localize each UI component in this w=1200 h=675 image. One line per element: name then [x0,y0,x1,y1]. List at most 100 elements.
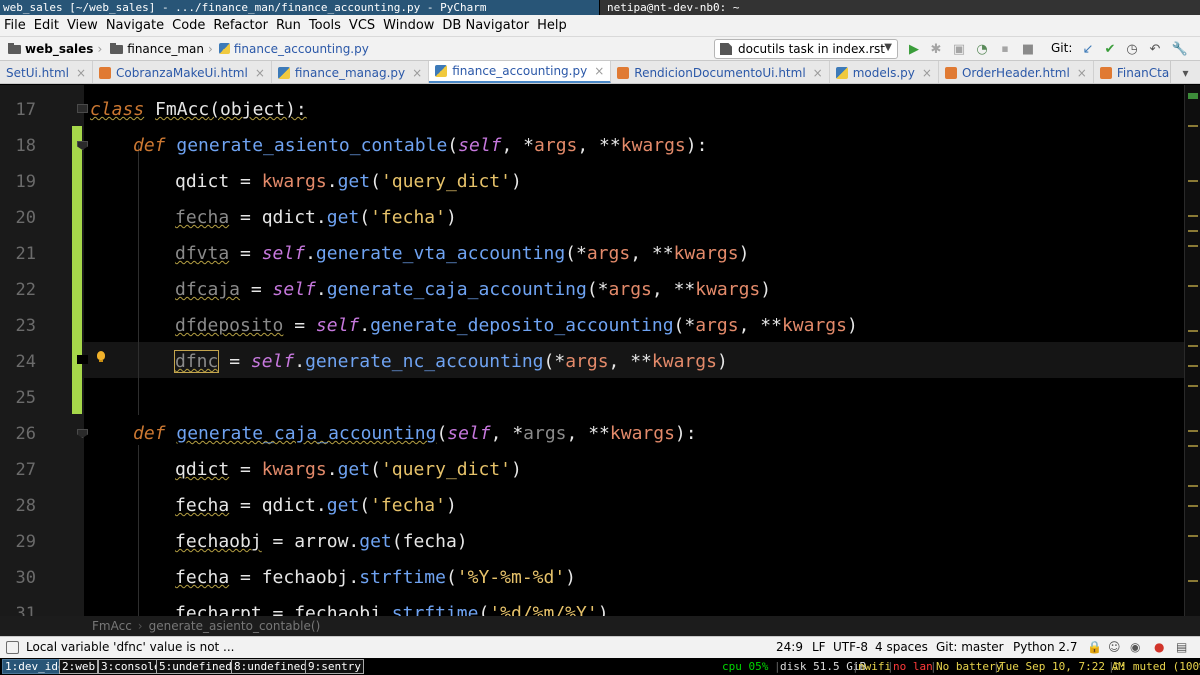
workspace-5[interactable]: 5:undefined1 [156,659,242,674]
close-icon[interactable]: × [922,66,932,80]
tool-window-toggle-icon[interactable] [6,641,19,654]
close-icon[interactable]: × [412,66,422,80]
close-icon[interactable]: × [813,66,823,80]
tab-rendiciondocumentoui-html[interactable]: RendicionDocumentoUi.html × [611,61,830,83]
lightbulb-icon[interactable] [97,351,105,362]
git-update-icon[interactable]: ↙ [1080,41,1096,57]
code-editor[interactable]: 17 18 19 20 21 22 23 24 25 26 27 28 29 3… [0,85,1200,616]
run-configuration-dropdown[interactable]: docutils task in index.rst ▼ [714,39,898,59]
nav-crumb-file[interactable]: finance_accounting.py [213,37,369,61]
warning-marker[interactable] [1188,365,1198,367]
close-icon[interactable]: × [1077,66,1087,80]
close-icon[interactable]: × [255,66,265,80]
warning-marker[interactable] [1188,505,1198,507]
nav-crumb-folder[interactable]: finance_man › [102,37,213,61]
warning-marker[interactable] [1188,330,1198,332]
stop-icon[interactable]: ■ [1020,41,1036,57]
warning-marker[interactable] [1188,215,1198,217]
tab-orderheader-html[interactable]: OrderHeader.html × [939,61,1094,83]
warning-marker[interactable] [1188,535,1198,537]
warning-marker[interactable] [1188,385,1198,387]
warning-marker[interactable] [1188,445,1198,447]
workspace-9[interactable]: 9:sentry [305,659,364,674]
menu-navigate[interactable]: Navigate [106,15,164,36]
tab-finance-manag-py[interactable]: finance_manag.py × [272,61,430,83]
menu-run[interactable]: Run [276,15,301,36]
tab-models-py[interactable]: models.py × [830,61,939,83]
code-text: ) [565,567,577,588]
memory-indicator-icon[interactable]: ◉ [1130,640,1140,654]
hector-icon[interactable]: ☺ [1108,640,1121,654]
menu-code[interactable]: Code [172,15,205,36]
bookmark-icon[interactable] [77,355,88,364]
window-title-pycharm[interactable]: web_sales [~/web_sales] - .../finance_ma… [0,0,600,15]
tab-finance-accounting-py[interactable]: finance_accounting.py × [429,61,612,83]
menu-help[interactable]: Help [537,15,567,36]
workspace-8[interactable]: 8:undefined4 [231,659,317,674]
event-log-icon[interactable]: ● [1154,640,1164,654]
editor-scrollbar[interactable] [1184,85,1200,616]
coverage-icon[interactable]: ▣ [951,41,967,57]
close-icon[interactable]: × [76,66,86,80]
nav-crumb-project[interactable]: web_sales › [0,37,102,61]
menu-tools[interactable]: Tools [309,15,341,36]
warning-marker[interactable] [1188,125,1198,127]
code-text: ) [738,243,750,264]
indent-setting[interactable]: 4 spaces [875,640,928,654]
inspection-status-icon[interactable] [1188,93,1198,99]
tab-overflow-icon[interactable]: ▾ [1170,61,1200,83]
menu-refactor[interactable]: Refactor [213,15,268,36]
notifications-icon[interactable]: ▤ [1176,640,1187,654]
run-icon[interactable]: ▶ [906,41,922,57]
menu-file[interactable]: File [4,15,26,36]
code-text: ( [478,603,490,616]
warning-marker[interactable] [1188,245,1198,247]
fold-icon[interactable] [77,429,88,438]
debug-icon[interactable]: ✱ [928,41,944,57]
menu-db-navigator[interactable]: DB Navigator [442,15,529,36]
tab-setui-html[interactable]: SetUi.html × [0,61,94,83]
status-message[interactable]: Local variable 'dfnc' value is not ... [26,640,235,654]
menu-vcs[interactable]: VCS [349,15,375,36]
menu-edit[interactable]: Edit [34,15,59,36]
warning-marker[interactable] [1188,430,1198,432]
git-branch[interactable]: Git: master [936,640,1004,654]
workspace-2[interactable]: 2:web [59,659,99,674]
git-history-icon[interactable]: ◷ [1124,41,1140,57]
python-interpreter[interactable]: Python 2.7 [1013,640,1078,654]
code-line-23: dfdeposito = self.generate_deposito_acco… [175,308,858,344]
file-encoding[interactable]: UTF-8 [833,640,868,654]
code-text: ( [359,495,371,516]
indent-guide [138,445,139,616]
breadcrumb-class[interactable]: FmAcc [92,619,132,633]
vcs-change-marker[interactable] [72,126,82,414]
warning-marker[interactable] [1188,485,1198,487]
breadcrumb-function[interactable]: generate_asiento_contable() [149,619,321,633]
lock-icon[interactable]: 🔒 [1087,640,1102,654]
workspace-1[interactable]: 1:dev_ide [2,659,68,674]
profile-icon[interactable]: ◔ [974,41,990,57]
concurrency-icon[interactable]: ⏹ [997,41,1013,57]
window-title-terminal[interactable]: netipa@nt-dev-nb0: ~ [600,0,1200,15]
python-file-icon [277,66,290,79]
line-separator[interactable]: LF [812,640,826,654]
warning-marker[interactable] [1188,580,1198,582]
workspace-3[interactable]: 3:console [98,659,164,674]
string-literal: 'query_dict' [380,459,511,480]
close-icon[interactable]: × [594,64,604,78]
warning-marker[interactable] [1188,180,1198,182]
fold-icon[interactable] [77,104,88,113]
wrench-icon[interactable]: 🔧 [1172,41,1188,57]
tab-cobranzamakeui-html[interactable]: CobranzaMakeUi.html × [93,61,272,83]
code-text: . [294,351,306,372]
caret-position[interactable]: 24:9 [776,640,803,654]
menu-view[interactable]: View [67,15,98,36]
warning-marker[interactable] [1188,285,1198,287]
line-number: 17 [15,100,36,120]
warning-marker[interactable] [1188,230,1198,232]
menu-window[interactable]: Window [383,15,434,36]
code-text: = [229,567,262,588]
git-revert-icon[interactable]: ↶ [1147,41,1163,57]
warning-marker[interactable] [1188,345,1198,347]
git-commit-icon[interactable]: ✔ [1102,41,1118,57]
